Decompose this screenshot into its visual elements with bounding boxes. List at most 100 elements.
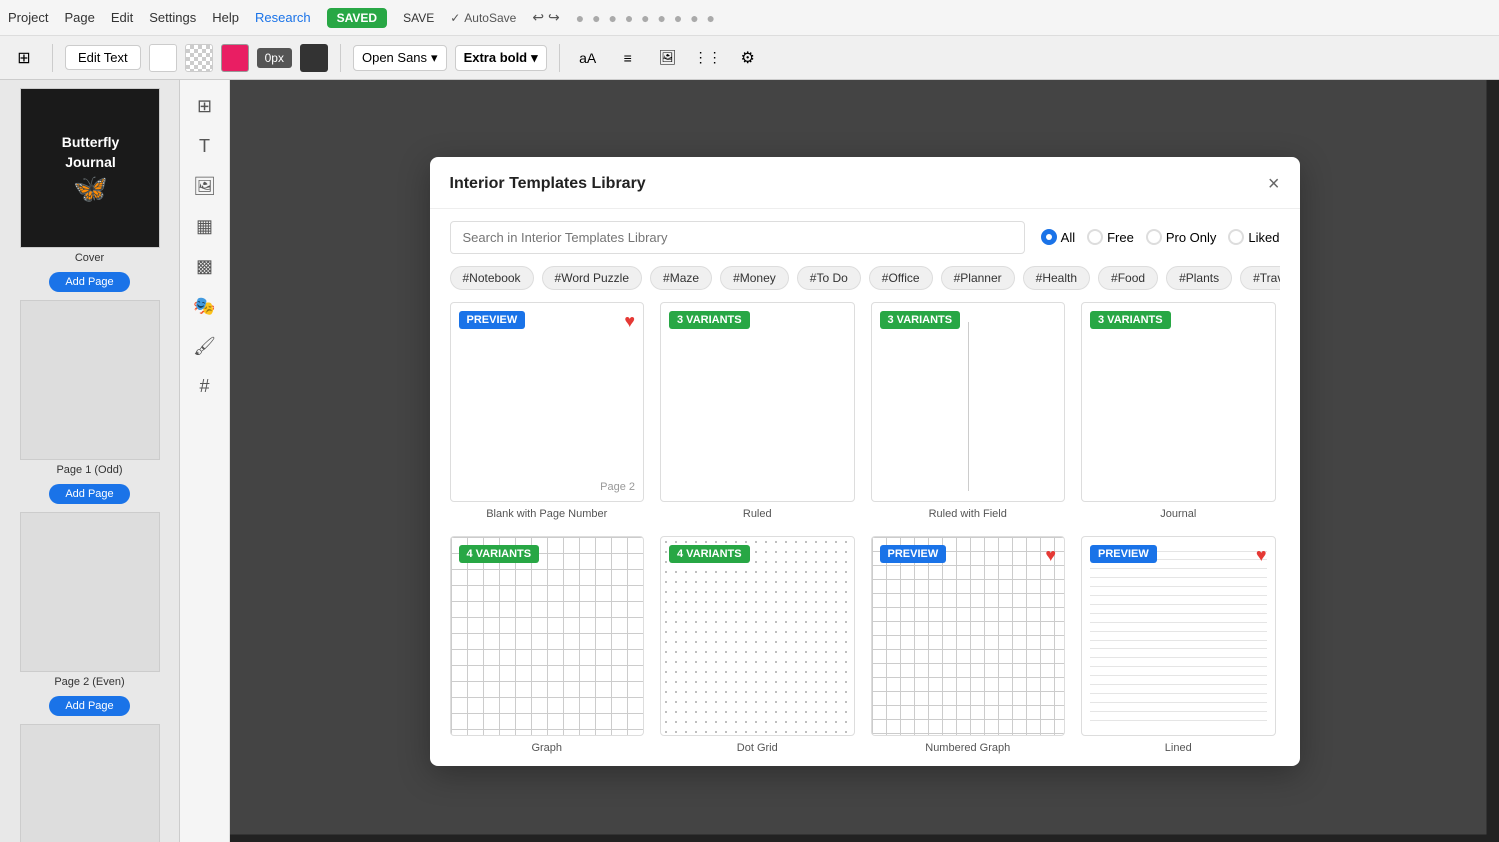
- dark-swatch[interactable]: [300, 44, 328, 72]
- font-family-select[interactable]: Open Sans ▾: [353, 45, 447, 71]
- template-card-lined[interactable]: PREVIEW ♥: [1081, 536, 1276, 754]
- elements-icon[interactable]: ⊞: [8, 42, 40, 74]
- tag-notebook[interactable]: #Notebook: [450, 266, 534, 290]
- butterfly-icon: 🦋: [73, 172, 108, 205]
- template-card-dot[interactable]: 4 VARIANTS Dot Grid: [660, 536, 855, 754]
- page1-label: Page 1 (Odd): [8, 464, 171, 476]
- cover-thumb-img: ButterflyJournal 🦋: [20, 88, 160, 248]
- heart-button-7[interactable]: ♥: [1045, 545, 1056, 566]
- menu-help[interactable]: Help: [212, 10, 239, 25]
- heart-button-8[interactable]: ♥: [1256, 545, 1267, 566]
- line: [1090, 595, 1267, 596]
- line: [1090, 640, 1267, 641]
- save-button[interactable]: SAVE: [403, 11, 434, 25]
- tag-maze[interactable]: #Maze: [650, 266, 712, 290]
- mask-tool[interactable]: 🎭: [187, 288, 223, 324]
- menu-page[interactable]: Page: [64, 10, 94, 25]
- page2-thumb-img: [20, 512, 160, 672]
- px-value[interactable]: 0px: [257, 48, 292, 68]
- add-page-after-cover[interactable]: Add Page: [49, 272, 129, 292]
- badge-preview-8: PREVIEW: [1090, 545, 1157, 563]
- filter-liked[interactable]: Liked: [1228, 229, 1279, 245]
- badge-variants-2: 3 VARIANTS: [669, 311, 750, 329]
- filter-pro[interactable]: Pro Only: [1146, 229, 1217, 245]
- checker-pattern-swatch[interactable]: [185, 44, 213, 72]
- template-card-blank[interactable]: PREVIEW ♥ Page 2 Blank with Page Number: [450, 302, 645, 520]
- template-name-ruled: Ruled: [660, 508, 855, 520]
- line: [1090, 604, 1267, 605]
- line: [1090, 657, 1267, 658]
- modal-title: Interior Templates Library: [450, 175, 646, 193]
- template-card-graph[interactable]: 4 VARIANTS Graph: [450, 536, 645, 754]
- undo-button[interactable]: ↩: [532, 9, 544, 26]
- add-page-after-1[interactable]: Add Page: [49, 484, 129, 504]
- elements-tool[interactable]: ⊞: [187, 88, 223, 124]
- search-input[interactable]: [450, 221, 1025, 254]
- page3-thumb[interactable]: [8, 724, 171, 842]
- main-layout: ButterflyJournal 🦋 Cover Add Page Page 1…: [0, 80, 1499, 842]
- badge-variants-3: 3 VARIANTS: [880, 311, 961, 329]
- font-family-label: Open Sans: [362, 50, 427, 65]
- menu-settings[interactable]: Settings: [149, 10, 196, 25]
- grid-icon[interactable]: ⋮⋮: [692, 42, 724, 74]
- tag-money[interactable]: #Money: [720, 266, 789, 290]
- add-page-after-2[interactable]: Add Page: [49, 696, 129, 716]
- font-size-icon[interactable]: aA: [572, 42, 604, 74]
- line: [1090, 568, 1267, 569]
- line: [1090, 586, 1267, 587]
- chevron-down-icon-2: ▾: [531, 50, 538, 66]
- saved-button[interactable]: SAVED: [327, 8, 387, 28]
- cover-label: Cover: [8, 252, 171, 264]
- tag-planner[interactable]: #Planner: [941, 266, 1015, 290]
- image-tool[interactable]: 🖼: [187, 168, 223, 204]
- cover-page-thumb[interactable]: ButterflyJournal 🦋 Cover: [8, 88, 171, 264]
- align-icon[interactable]: ≡: [612, 42, 644, 74]
- heart-button-1[interactable]: ♥: [624, 311, 635, 332]
- font-weight-select[interactable]: Extra bold ▾: [455, 45, 547, 71]
- graph-numbered-pattern: [872, 537, 1065, 735]
- brick-tool[interactable]: ▩: [187, 248, 223, 284]
- tag-wordpuzzle[interactable]: #Word Puzzle: [542, 266, 642, 290]
- chevron-down-icon: ▾: [431, 50, 438, 66]
- menu-project[interactable]: Project: [8, 10, 48, 25]
- template-card-ruled-field[interactable]: 3 VARIANTS: [871, 302, 1066, 520]
- menu-research[interactable]: Research: [255, 10, 311, 25]
- cover-preview: ButterflyJournal 🦋: [21, 89, 160, 248]
- tag-office[interactable]: #Office: [869, 266, 933, 290]
- template-thumb-ruled-field: 3 VARIANTS: [871, 302, 1066, 502]
- line: [1090, 666, 1267, 667]
- table-tool[interactable]: ▦: [187, 208, 223, 244]
- tag-health[interactable]: #Health: [1023, 266, 1090, 290]
- menu-bar: Project Page Edit Settings Help Research…: [0, 0, 1499, 36]
- template-card-numbered[interactable]: PREVIEW ♥ Numbered Graph: [871, 536, 1066, 754]
- template-card-journal[interactable]: 3 VARIANTS: [1081, 302, 1276, 520]
- page1-thumb-img: [20, 300, 160, 460]
- check-icon: ✓: [450, 11, 460, 25]
- vertical-field-line: [968, 322, 969, 490]
- tag-food[interactable]: #Food: [1098, 266, 1158, 290]
- template-name-lined: Lined: [1081, 742, 1276, 754]
- text-tool[interactable]: T: [187, 128, 223, 164]
- tag-plants[interactable]: #Plants: [1166, 266, 1232, 290]
- paint-tool[interactable]: 🖌: [187, 328, 223, 364]
- tag-travel[interactable]: #Travel: [1240, 266, 1279, 290]
- radio-free: [1087, 229, 1103, 245]
- hashtag-tool[interactable]: #: [187, 368, 223, 404]
- line: [1090, 675, 1267, 676]
- toolbar: ⊞ Edit Text 0px Open Sans ▾ Extra bold ▾…: [0, 36, 1499, 80]
- filter-free[interactable]: Free: [1087, 229, 1134, 245]
- tag-todo[interactable]: #To Do: [797, 266, 861, 290]
- modal-close-button[interactable]: ×: [1268, 173, 1280, 196]
- redo-button[interactable]: ↪: [548, 9, 560, 26]
- color-picker[interactable]: [221, 44, 249, 72]
- settings-icon[interactable]: ⚙: [732, 42, 764, 74]
- template-card-ruled[interactable]: 3 VARIANTS: [660, 302, 855, 520]
- filter-all[interactable]: All: [1041, 229, 1075, 245]
- menu-edit[interactable]: Edit: [111, 10, 133, 25]
- edit-text-button[interactable]: Edit Text: [65, 45, 141, 70]
- page2-thumb[interactable]: Page 2 (Even): [8, 512, 171, 688]
- white-square-swatch[interactable]: [149, 44, 177, 72]
- canvas-area: Interior Templates Library × All: [230, 80, 1499, 842]
- image-icon[interactable]: 🖼: [652, 42, 684, 74]
- page1-thumb[interactable]: Page 1 (Odd): [8, 300, 171, 476]
